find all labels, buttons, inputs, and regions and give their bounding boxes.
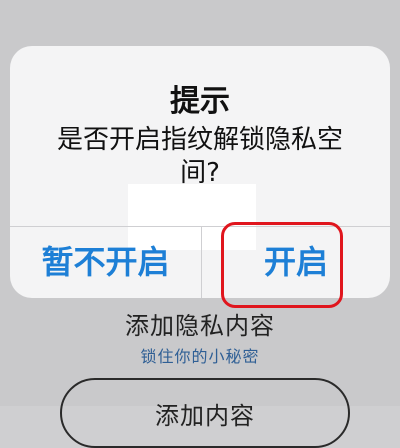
privacy-section-title: 添加隐私内容 [125, 312, 275, 340]
dialog-message: 是否开启指纹解锁隐私空间? [56, 125, 343, 188]
add-content-button-label: 添加内容 [155, 402, 255, 430]
add-content-button[interactable]: 添加内容 [60, 378, 350, 448]
screen: 添加隐私内容 锁住你的小秘密 添加内容 提示 是否开启指纹解锁隐私空间? 暂不开… [0, 0, 400, 448]
fingerprint-unlock-dialog: 提示 是否开启指纹解锁隐私空间? 暂不开启 开启 [10, 46, 390, 298]
privacy-section-subtitle: 锁住你的小秘密 [140, 347, 260, 366]
dialog-title: 提示 [170, 84, 230, 119]
not-now-button[interactable]: 暂不开启 [10, 227, 201, 298]
enable-button[interactable]: 开启 [202, 227, 390, 298]
